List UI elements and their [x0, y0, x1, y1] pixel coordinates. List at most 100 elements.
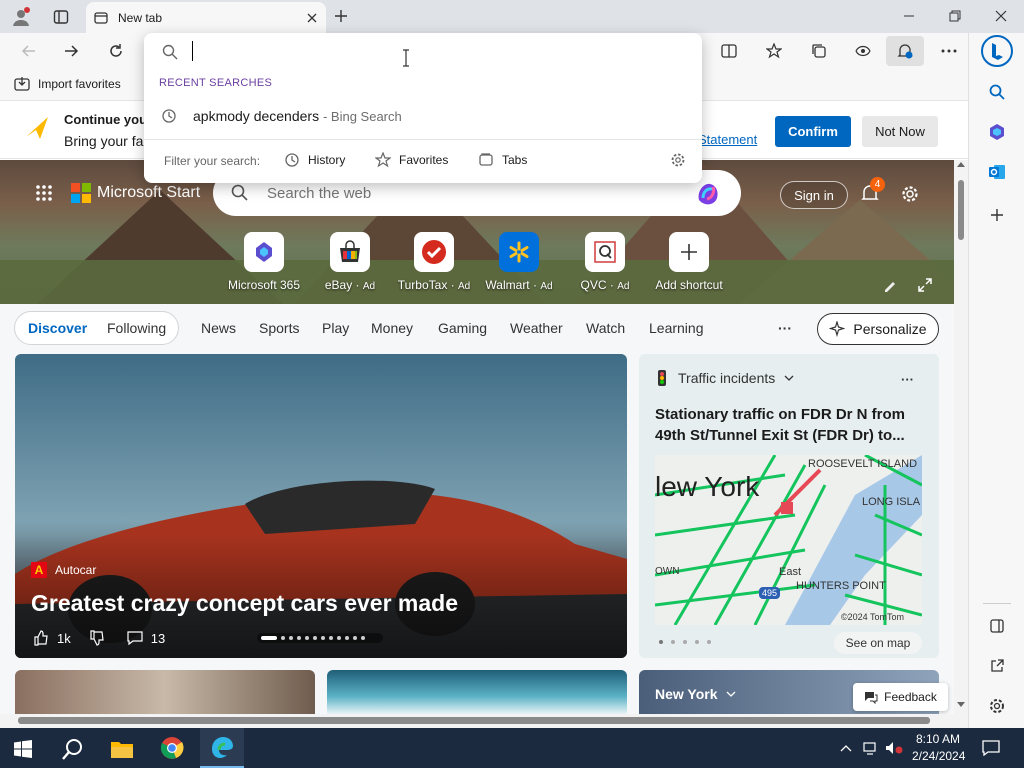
search-icon[interactable] [986, 81, 1008, 103]
collections-icon[interactable] [808, 40, 830, 62]
expand-icon[interactable] [914, 274, 936, 296]
page-settings-gear-icon[interactable] [898, 182, 922, 206]
shortcut-walmart[interactable]: Walmart · Ad [479, 232, 559, 292]
network-icon[interactable] [862, 740, 880, 756]
sidebar-settings-gear-icon[interactable] [986, 695, 1008, 717]
nav-news[interactable]: News [201, 320, 236, 336]
clock-date[interactable]: 2/24/2024 [912, 749, 965, 763]
not-now-button[interactable]: Not Now [862, 116, 938, 147]
banner-statement-link[interactable]: Statement [698, 132, 757, 147]
vertical-scrollbar[interactable] [954, 160, 968, 714]
article-headline[interactable]: Greatest crazy concept cars ever made [31, 590, 458, 617]
new-tab-button[interactable] [330, 5, 352, 27]
search-settings-gear-icon[interactable] [670, 152, 686, 168]
ad-badge: Ad [617, 281, 630, 292]
bing-copilot-icon[interactable] [981, 35, 1013, 67]
performance-icon[interactable] [852, 40, 874, 62]
walmart-icon [499, 232, 539, 272]
profile-icon[interactable] [10, 6, 32, 28]
traffic-carousel-dots[interactable] [659, 640, 711, 644]
background-edit-icon[interactable] [880, 276, 900, 294]
carousel-dots[interactable] [257, 633, 383, 643]
edge-taskbar-icon[interactable] [200, 728, 244, 768]
office-icon[interactable] [986, 121, 1008, 143]
traffic-map[interactable]: lew York ROOSEVELT ISLAND LONG ISLA East… [655, 455, 922, 625]
traffic-headline[interactable]: Stationary traffic on FDR Dr N from 49th… [655, 404, 925, 446]
comment-icon[interactable] [127, 630, 143, 646]
personalize-button[interactable]: Personalize [817, 313, 939, 345]
shortcut-ebay[interactable]: eBay · Ad [310, 232, 390, 292]
favorites-icon[interactable] [763, 40, 785, 62]
close-window-button[interactable] [990, 5, 1012, 27]
more-menu-icon[interactable] [938, 40, 960, 62]
import-favorites-label: Import favorites [38, 77, 121, 91]
tab-following[interactable]: Following [107, 320, 166, 336]
scrollbar-thumb[interactable] [958, 180, 964, 240]
nav-more-button[interactable]: ··· [778, 320, 792, 336]
tab-discover[interactable]: Discover [28, 320, 87, 336]
plus-icon [669, 232, 709, 272]
app-launcher-icon[interactable] [34, 183, 54, 203]
copilot-icon[interactable] [693, 178, 723, 208]
restore-button[interactable] [944, 5, 966, 27]
like-icon[interactable] [33, 630, 49, 646]
close-tab-icon[interactable] [306, 12, 318, 24]
minimize-button[interactable] [898, 5, 920, 27]
traffic-card[interactable]: Traffic incidents ··· Stationary traffic… [639, 354, 939, 658]
recent-search-query: apkmody decenders [193, 108, 320, 124]
nav-sports[interactable]: Sports [259, 320, 299, 336]
horizontal-scrollbar[interactable] [0, 714, 968, 728]
notifications-button[interactable] [886, 36, 924, 66]
refresh-button[interactable] [105, 40, 127, 62]
nav-play[interactable]: Play [322, 320, 349, 336]
windows-start-icon[interactable] [12, 738, 34, 760]
show-hidden-icons-chevron[interactable] [838, 740, 854, 756]
chrome-icon[interactable] [158, 734, 186, 762]
add-shortcut-button[interactable]: Add shortcut [649, 232, 729, 292]
article-card-thumbnail[interactable] [15, 670, 315, 714]
nav-learning[interactable]: Learning [649, 320, 704, 336]
nav-gaming[interactable]: Gaming [438, 320, 487, 336]
add-sidebar-app-icon[interactable] [986, 204, 1008, 226]
traffic-header[interactable]: Traffic incidents [655, 370, 794, 386]
file-explorer-icon[interactable] [108, 736, 136, 762]
nav-watch[interactable]: Watch [586, 320, 625, 336]
scroll-up-arrow-icon[interactable] [957, 162, 965, 167]
recent-search-item[interactable]: apkmody decenders - Bing Search [144, 103, 702, 129]
microsoft-start-logo[interactable]: Microsoft Start [71, 183, 200, 203]
see-on-map-button[interactable]: See on map [834, 632, 922, 654]
shortcut-qvc[interactable]: QVC · Ad [565, 232, 645, 292]
weather-location[interactable]: New York [655, 686, 736, 702]
outlook-icon[interactable] [986, 161, 1008, 183]
shortcut-microsoft-365[interactable]: Microsoft 365 [224, 232, 304, 292]
article-card-thumbnail[interactable] [327, 670, 627, 714]
import-favorites-link[interactable]: Import favorites [14, 76, 121, 92]
hide-sidebar-icon[interactable] [986, 615, 1008, 637]
open-in-window-icon[interactable] [986, 655, 1008, 677]
sign-in-button[interactable]: Sign in [780, 181, 848, 209]
notification-center-icon[interactable] [980, 738, 1002, 758]
nav-money[interactable]: Money [371, 320, 413, 336]
filter-history-label: History [308, 153, 346, 167]
nav-weather[interactable]: Weather [510, 320, 563, 336]
dislike-icon[interactable] [89, 630, 105, 646]
feedback-button[interactable]: Feedback [853, 683, 948, 711]
filter-favorites[interactable]: Favorites [375, 152, 448, 168]
tab-new-tab[interactable]: New tab [86, 2, 326, 33]
tab-actions-icon[interactable] [50, 6, 72, 28]
confirm-button[interactable]: Confirm [775, 116, 851, 147]
shortcut-turbotax[interactable]: TurboTax · Ad [394, 232, 474, 292]
address-input[interactable] [192, 39, 682, 63]
filter-tabs[interactable]: Tabs [478, 152, 527, 168]
hero-article-card[interactable]: A Autocar Greatest crazy concept cars ev… [15, 354, 627, 658]
filter-history[interactable]: History [284, 152, 345, 168]
back-button[interactable] [18, 40, 40, 62]
scrollbar-thumb[interactable] [18, 717, 930, 724]
clock-time[interactable]: 8:10 AM [916, 732, 960, 746]
taskbar-search-icon[interactable] [60, 736, 86, 762]
split-screen-icon[interactable] [718, 40, 740, 62]
card-more-icon[interactable]: ··· [901, 372, 914, 387]
scroll-down-arrow-icon[interactable] [957, 702, 965, 707]
forward-button[interactable] [60, 40, 82, 62]
volume-muted-icon[interactable] [884, 740, 904, 756]
